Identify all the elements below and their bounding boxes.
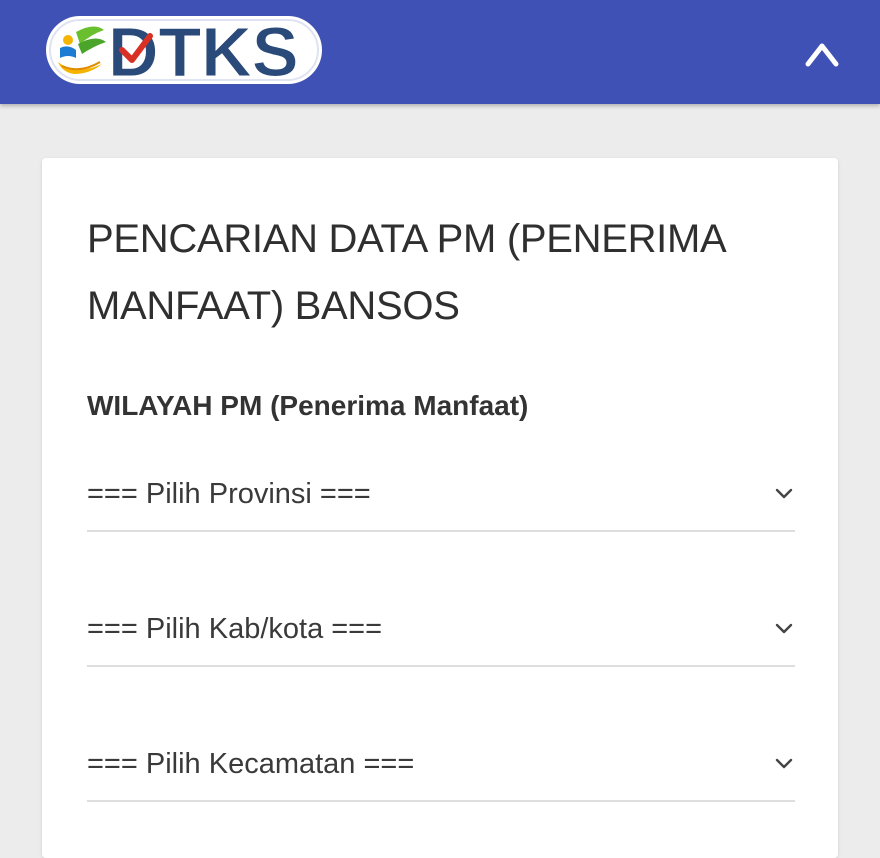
region-section-label: WILAYAH PM (Penerima Manfaat) [87,390,529,421]
province-select-value: === Pilih Provinsi === [87,478,371,510]
regency-select-value: === Pilih Kab/kota === [87,613,383,645]
caret-up-icon [805,43,839,67]
district-select-value: === Pilih Kecamatan === [87,748,415,780]
regency-select[interactable]: === Pilih Kab/kota === [87,603,795,667]
chevron-down-icon [775,623,793,634]
province-select[interactable]: === Pilih Provinsi === [87,468,795,532]
dtks-logo[interactable]: DTKS [46,13,324,92]
district-select[interactable]: === Pilih Kecamatan === [87,738,795,802]
menu-toggle-button[interactable] [804,36,840,72]
chevron-down-icon [775,758,793,769]
chevron-down-icon [775,488,793,499]
top-app-bar: DTKS [0,0,880,104]
search-card: PENCARIAN DATA PM (PENERIMA MANFAAT) BAN… [42,158,838,858]
page-title: PENCARIAN DATA PM (PENERIMA MANFAAT) BAN… [87,217,725,328]
